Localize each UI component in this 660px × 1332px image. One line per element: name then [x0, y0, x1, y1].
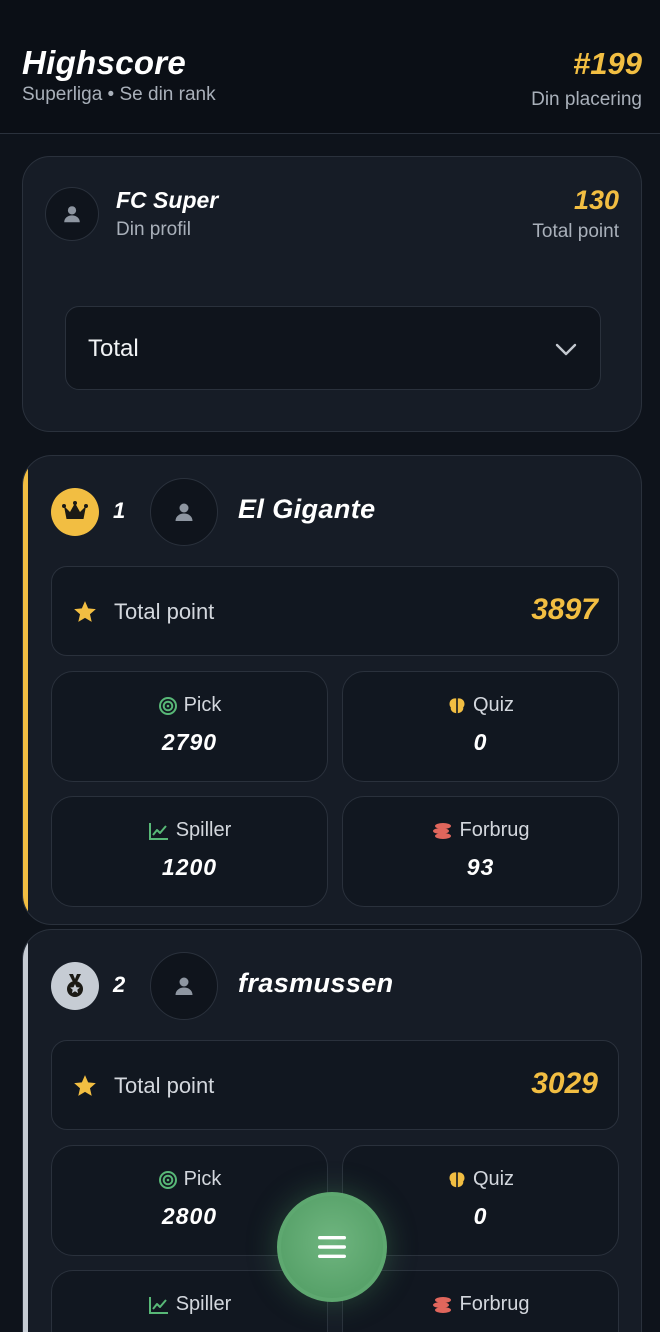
- stat-label: Spiller: [175, 819, 232, 841]
- total-point-box: Total point 3029: [51, 1040, 619, 1130]
- profile-name: FC Super: [116, 187, 219, 213]
- profile-points: 130: [573, 185, 619, 215]
- page-subtitle: Superliga • Se din rank: [22, 84, 216, 105]
- leaderboard-row[interactable]: 1 El Gigante Total point 3897 Pick 2790 …: [22, 455, 642, 925]
- menu-button[interactable]: [277, 1192, 387, 1302]
- stat-quiz: Quiz 0: [342, 671, 619, 782]
- stat-label: Spiller: [175, 1293, 232, 1315]
- chart-line-icon: [148, 822, 168, 840]
- coins-icon: [433, 822, 452, 839]
- user-icon: [64, 206, 80, 223]
- stat-value: 1200: [161, 854, 218, 880]
- total-point-label: Total point: [114, 599, 215, 624]
- stat-label: Quiz: [472, 1168, 515, 1190]
- score-filter-value: Total: [88, 335, 139, 362]
- crown-icon: [51, 488, 99, 536]
- coins-icon: [433, 1296, 452, 1313]
- avatar: [150, 478, 218, 546]
- profile-card: FC Super Din profil 130 Total point Tota…: [22, 156, 642, 432]
- stat-label: Forbrug: [459, 1293, 530, 1315]
- target-icon: [158, 696, 177, 715]
- rank-accent: [23, 456, 28, 924]
- stat-forbrug: Forbrug: [342, 1270, 619, 1332]
- stat-value: 0: [473, 1203, 488, 1229]
- stat-label: Pick: [183, 694, 222, 716]
- player-name: frasmussen: [238, 968, 394, 998]
- player-rank: 2: [113, 972, 126, 997]
- page-title: Highscore: [22, 44, 187, 81]
- score-filter-select[interactable]: Total: [65, 306, 601, 390]
- my-rank-label: Din placering: [531, 89, 642, 110]
- menu-icon: [318, 1236, 346, 1258]
- brain-icon: [449, 1171, 465, 1187]
- user-icon: [175, 503, 193, 521]
- star-icon: [74, 601, 96, 622]
- user-icon: [175, 977, 193, 995]
- stat-value: 0: [473, 729, 488, 755]
- medal-icon: [51, 962, 99, 1010]
- stat-pick: Pick 2790: [51, 671, 328, 782]
- chart-line-icon: [148, 1296, 168, 1314]
- total-point-value: 3029: [531, 1067, 598, 1100]
- total-point-box: Total point 3897: [51, 566, 619, 656]
- stat-spiller: Spiller 1200: [51, 796, 328, 907]
- stat-forbrug: Forbrug 93: [342, 796, 619, 907]
- app-header: Highscore Superliga • Se din rank #199 D…: [0, 0, 660, 134]
- star-icon: [74, 1075, 96, 1096]
- rank-accent: [23, 930, 28, 1332]
- player-name: El Gigante: [238, 494, 376, 524]
- target-icon: [158, 1170, 177, 1189]
- stat-value: 93: [466, 854, 495, 880]
- chevron-down-icon: [555, 343, 577, 356]
- stat-label: Pick: [183, 1168, 222, 1190]
- total-point-value: 3897: [531, 593, 598, 626]
- stat-spiller: Spiller: [51, 1270, 328, 1332]
- stat-label: Forbrug: [459, 819, 530, 841]
- stat-value: 2790: [161, 729, 218, 755]
- avatar: [150, 952, 218, 1020]
- player-rank: 1: [113, 498, 126, 523]
- avatar: [45, 187, 99, 241]
- brain-icon: [449, 697, 465, 713]
- profile-sub: Din profil: [116, 219, 191, 240]
- total-point-label: Total point: [114, 1073, 215, 1098]
- profile-points-label: Total point: [532, 221, 619, 242]
- stat-label: Quiz: [472, 694, 515, 716]
- my-rank: #199: [573, 46, 642, 81]
